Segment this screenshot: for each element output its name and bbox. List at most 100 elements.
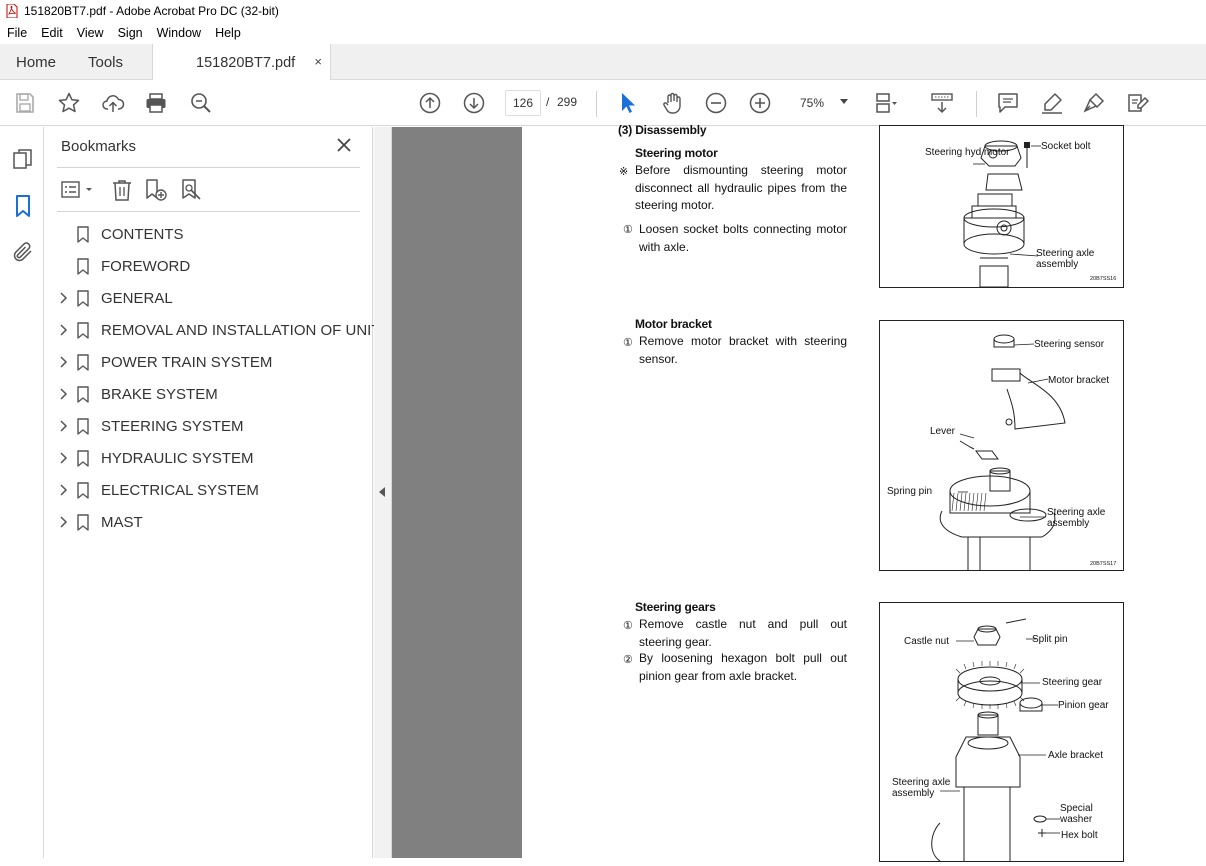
menu-file[interactable]: File [0,26,34,40]
bookmark-item-hydraulic[interactable]: HYDRAULIC SYSTEM [57,445,254,471]
delete-trash-icon[interactable] [110,178,134,202]
figure-label: Spring pin [887,486,933,497]
tab-home[interactable]: Home [16,44,56,80]
star-icon[interactable] [57,91,81,115]
new-bookmark-icon[interactable] [143,178,167,202]
bookmark-item-power-train[interactable]: POWER TRAIN SYSTEM [57,349,272,375]
chevron-right-icon[interactable] [57,451,71,465]
toolbar: 126 / 299 75% [0,80,1206,126]
tab-bar: Home Tools 151820BT7.pdf × [0,44,1206,81]
bookmark-item-removal-installation[interactable]: REMOVAL AND INSTALLATION OF UNIT [57,317,381,343]
panel-collapse-handle[interactable] [374,127,392,858]
figure-label: Socket bolt [1041,141,1091,152]
chevron-right-icon[interactable] [57,291,71,305]
step-mark: ② [623,654,633,666]
zoom-select[interactable]: 75% [790,90,854,116]
next-page-icon[interactable] [462,91,486,115]
bookmark-label: ELECTRICAL SYSTEM [101,481,259,499]
bookmark-item-general[interactable]: GENERAL [57,285,173,311]
highlight-pen-icon[interactable] [1040,91,1064,115]
comment-icon[interactable] [996,91,1020,115]
block-title-steering-motor: Steering motor [635,146,718,160]
bookmark-label: REMOVAL AND INSTALLATION OF UNIT [101,321,381,339]
chevron-right-icon[interactable] [57,483,71,497]
figure-label: Steering gear [1042,677,1103,688]
figure-label: Steering sensor [1034,339,1105,350]
bookmark-item-steering[interactable]: STEERING SYSTEM [57,413,244,439]
menu-edit[interactable]: Edit [34,26,70,40]
figure-code: 20B7SS17 [1090,561,1117,567]
fill-sign-icon[interactable] [1126,91,1150,115]
tab-document[interactable]: 151820BT7.pdf × [152,44,331,81]
previous-page-icon[interactable] [418,91,442,115]
bookmark-icon [77,449,89,467]
step-text: By loosening hexagon bolt pull out pinio… [639,651,847,683]
bookmark-label: BRAKE SYSTEM [101,385,218,403]
zoom-search-icon[interactable] [189,91,213,115]
zoom-out-icon[interactable] [704,91,728,115]
draw-signature-icon[interactable] [1082,91,1106,115]
bookmark-label: CONTENTS [101,225,184,243]
scroll-mode-icon[interactable] [930,91,954,115]
bookmark-icon [77,289,89,307]
page-display-icon[interactable] [874,91,898,115]
close-icon[interactable] [335,136,353,154]
section-heading: (3) Disassembly [618,123,707,137]
menu-bar: File Edit View Sign Window Help [0,22,1206,44]
page-total: 299 [557,95,578,109]
chevron-right-icon[interactable] [57,323,71,337]
chevron-right-icon[interactable] [57,419,71,433]
upload-cloud-icon[interactable] [101,91,125,115]
step-text: Remove castle nut and pull out steering … [639,617,847,649]
step-text: Loosen socket bolts connecting motor wit… [639,222,847,254]
bookmark-item-foreword[interactable]: FOREWORD [57,253,190,279]
chevron-down-icon [840,99,848,104]
step-mark: ① [623,224,633,236]
bookmark-icon [77,225,89,243]
menu-window[interactable]: Window [150,26,208,40]
chevron-right-icon[interactable] [57,355,71,369]
select-cursor-icon[interactable] [616,91,640,115]
bookmark-icon [77,385,89,403]
figure-label: Axle bracket [1048,750,1104,761]
zoom-in-icon[interactable] [748,91,772,115]
hand-tool-icon[interactable] [660,91,684,115]
page-number-input[interactable]: 126 [505,90,541,116]
bookmark-search-icon[interactable] [179,178,203,202]
pdf-page: (3) Disassembly Steering motor ※ Before … [522,123,1206,862]
attachment-paperclip-icon[interactable] [11,240,35,264]
figure-label: Steering hyd motor [925,147,1010,158]
bookmark-rail-icon[interactable] [11,194,35,218]
chevron-right-icon[interactable] [57,387,71,401]
bookmark-icon [77,353,89,371]
bookmark-item-brake[interactable]: BRAKE SYSTEM [57,381,218,407]
bookmark-item-electrical[interactable]: ELECTRICAL SYSTEM [57,477,259,503]
page-thumbnails-icon[interactable] [11,147,35,171]
figure-motor-bracket: Steering sensor Motor bracket Lever Spri… [879,320,1124,571]
chevron-right-icon[interactable] [57,515,71,529]
navigation-rail [0,127,44,858]
bookmark-item-mast[interactable]: MAST [57,509,143,535]
bookmark-options-icon[interactable] [61,178,95,202]
bookmark-item-contents[interactable]: CONTENTS [57,221,184,247]
print-icon[interactable] [144,91,168,115]
document-viewer[interactable]: (3) Disassembly Steering motor ※ Before … [392,123,1206,862]
save-icon[interactable] [13,91,37,115]
toolbar-divider [976,91,977,117]
block-title-steering-gears: Steering gears [635,600,716,614]
figure-label: Steering axle assembly [892,777,951,799]
tab-close-icon[interactable]: × [314,54,322,69]
step-text: Remove motor bracket with steering senso… [639,334,847,366]
bookmark-label: GENERAL [101,289,173,307]
title-bar: 151820BT7.pdf - Adobe Acrobat Pro DC (32… [0,0,1206,22]
bookmark-icon [77,321,89,339]
menu-sign[interactable]: Sign [111,26,150,40]
menu-view[interactable]: View [70,26,111,40]
figure-label: Pinion gear [1058,700,1109,711]
collapse-left-icon[interactable] [379,487,385,497]
note-mark: ※ [619,166,629,178]
tab-tools[interactable]: Tools [88,44,123,80]
menu-help[interactable]: Help [208,26,248,40]
zoom-value: 75% [800,96,825,110]
bookmark-icon [77,513,89,531]
